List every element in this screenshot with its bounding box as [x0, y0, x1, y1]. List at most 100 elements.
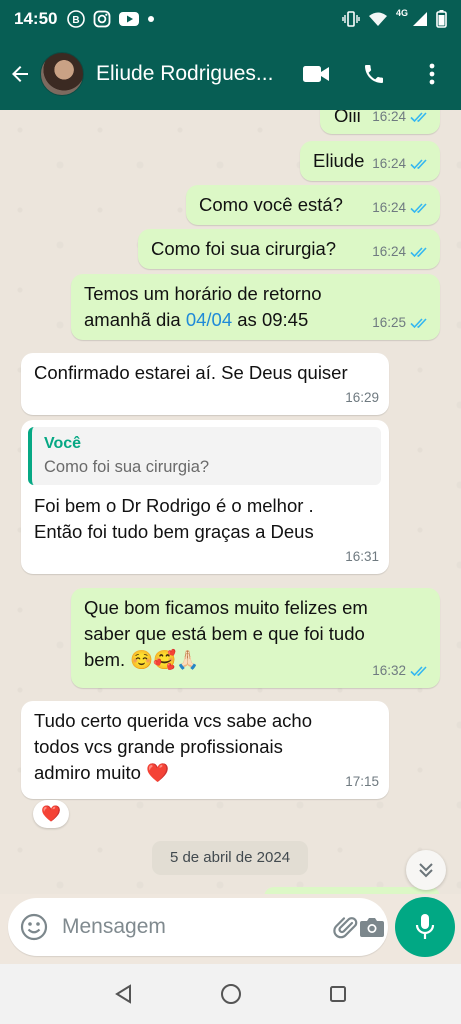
message-text: Confirmado estarei aí. Se Deus quiser — [34, 362, 348, 383]
double-tick-icon — [410, 318, 427, 329]
message-reaction[interactable]: ❤️ — [33, 800, 69, 828]
message-text-line: Tudo certo querida vcs sabe acho — [34, 710, 313, 731]
message-composer — [8, 898, 388, 956]
message-bubble-outgoing[interactable]: Que bom ficamos muito felizes em saber q… — [71, 588, 440, 688]
message-input[interactable] — [62, 915, 333, 939]
back-button[interactable] — [0, 38, 40, 110]
attach-button[interactable] — [333, 905, 359, 949]
message-time: 16:29 — [345, 390, 379, 405]
back-arrow-icon — [12, 66, 28, 82]
message-text-part: as 09:45 — [232, 309, 309, 330]
nav-home-icon — [220, 984, 241, 1004]
message-text-part: amanhã dia — [84, 309, 186, 330]
chat-header: Eliude Rodrigues... — [0, 38, 461, 110]
message-meta: 16:24 — [372, 239, 430, 265]
message-text: Eliude — [313, 150, 365, 171]
youtube-icon — [119, 11, 140, 27]
emoji-icon — [20, 913, 48, 941]
double-tick-icon — [410, 247, 427, 258]
message-text: Oiii — [334, 110, 361, 126]
nav-back-button[interactable] — [104, 974, 144, 1014]
message-time: 17:15 — [345, 774, 379, 789]
voice-message-button[interactable] — [395, 897, 455, 957]
video-call-icon — [303, 66, 329, 82]
quote-text: Como foi sua cirurgia? — [44, 458, 210, 476]
date-link[interactable]: 04/04 — [186, 309, 232, 330]
message-meta: 16:24 — [372, 195, 430, 221]
mic-icon — [415, 914, 435, 939]
message-time: 16:24 — [372, 156, 406, 171]
nav-home-button[interactable] — [211, 974, 251, 1014]
message-meta: 17:15 — [345, 769, 379, 795]
nav-recents-icon — [329, 986, 346, 1002]
camera-button[interactable] — [359, 905, 385, 949]
b-badge-icon: B — [67, 10, 86, 28]
quote-author: Você — [44, 435, 82, 452]
message-bubble-outgoing[interactable]: Como você está? 16:24 — [186, 185, 440, 225]
message-meta: 16:24 — [372, 110, 430, 130]
more-vert-icon — [429, 63, 435, 85]
avatar[interactable] — [40, 52, 84, 96]
message-time: 16:25 — [372, 315, 406, 330]
message-meta: 16:29 — [345, 385, 379, 411]
message-time: 16:24 — [372, 110, 406, 124]
message-time: 16:24 — [372, 200, 406, 215]
message-bubble-outgoing[interactable]: Temos um horário de retorno amanhã dia 0… — [71, 274, 440, 340]
dot-icon — [147, 15, 155, 23]
system-icons: 4G — [342, 8, 447, 28]
message-meta: 16:32 — [372, 658, 430, 684]
scroll-to-bottom-button[interactable] — [406, 850, 446, 890]
message-text-line: Que bom ficamos muito felizes em — [84, 597, 368, 618]
phone-icon — [365, 65, 383, 83]
message-bubble-incoming[interactable]: Confirmado estarei aí. Se Deus quiser 16… — [21, 353, 389, 415]
wifi-icon — [368, 11, 388, 27]
vibrate-icon — [342, 10, 360, 28]
message-bubble-outgoing[interactable]: Oiii 16:24 — [320, 110, 440, 134]
message-text-line: Foi bem o Dr Rodrigo é o melhor . — [34, 495, 314, 516]
nav-back-icon — [114, 984, 131, 1004]
camera-icon — [360, 918, 384, 937]
message-text-line: saber que está bem e que foi tudo — [84, 623, 365, 644]
message-bubble-outgoing[interactable]: Eliude 16:24 — [300, 141, 440, 181]
message-bubble-outgoing[interactable]: Como foi sua cirurgia? 16:24 — [138, 229, 440, 269]
system-navigation-bar — [0, 964, 461, 1024]
message-time: 16:24 — [372, 244, 406, 259]
message-text: Como foi sua cirurgia? — [151, 238, 337, 259]
message-text-line: todos vcs grande profissionais — [34, 736, 283, 757]
reaction-emoji: ❤️ — [41, 806, 61, 823]
message-time: 16:32 — [372, 663, 406, 678]
double-tick-icon — [410, 112, 427, 123]
battery-icon — [436, 10, 447, 28]
more-options-button[interactable] — [403, 38, 461, 110]
attach-icon — [333, 917, 358, 939]
chevrons-down-icon — [419, 863, 433, 878]
message-text: Como você está? — [199, 194, 343, 215]
message-text-line: Então foi tudo bem graças a Deus — [34, 521, 314, 542]
message-meta: 16:25 — [372, 310, 430, 336]
chat-area[interactable]: Oiii 16:24 Eliude 16:24 Como você está? … — [0, 110, 461, 894]
message-bubble-incoming[interactable]: Tudo certo querida vcs sabe acho todos v… — [21, 701, 389, 799]
status-bar: 14:50 B 4G — [0, 0, 461, 38]
double-tick-icon — [410, 666, 427, 677]
double-tick-icon — [410, 203, 427, 214]
message-bubble-incoming-reply[interactable]: Você Como foi sua cirurgia? Foi bem o Dr… — [21, 420, 389, 574]
quoted-message[interactable]: Você Como foi sua cirurgia? — [28, 427, 381, 485]
notification-icons: B — [67, 10, 155, 28]
message-meta: 16:24 — [372, 151, 430, 177]
header-actions — [287, 38, 461, 110]
voice-call-button[interactable] — [345, 38, 403, 110]
emoji-button[interactable] — [20, 912, 48, 942]
svg-text:B: B — [73, 15, 80, 26]
date-divider: 5 de abril de 2024 — [152, 841, 308, 875]
message-meta: 16:31 — [345, 544, 379, 570]
message-text-line: Temos um horário de retorno — [84, 283, 322, 304]
signal-icon — [412, 11, 428, 27]
double-tick-icon — [410, 159, 427, 170]
message-time: 16:31 — [345, 549, 379, 564]
message-text-line: admiro muito ❤️ — [34, 762, 170, 783]
nav-recents-button[interactable] — [318, 974, 358, 1014]
instagram-icon — [93, 10, 111, 28]
contact-name[interactable]: Eliude Rodrigues... — [96, 62, 273, 86]
message-bubble-partial — [264, 887, 440, 894]
video-call-button[interactable] — [287, 38, 345, 110]
